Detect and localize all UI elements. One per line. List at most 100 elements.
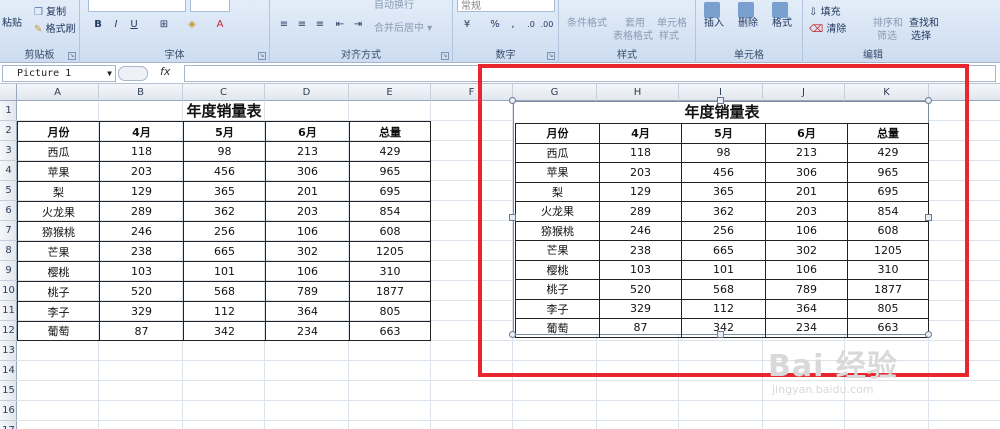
sheet-table-cell[interactable]: 101 (183, 261, 265, 281)
picture-table-header-cell[interactable]: 4月 (599, 123, 681, 143)
sheet-table-cell[interactable]: 306 (265, 161, 349, 181)
picture-table-cell[interactable]: 854 (847, 201, 929, 221)
number-launcher-icon[interactable]: ↘ (547, 52, 555, 60)
picture-table-cell[interactable]: 663 (847, 318, 929, 338)
picture-table-cell[interactable]: 103 (599, 259, 681, 279)
sheet-table-cell[interactable]: 665 (183, 241, 265, 261)
name-box[interactable]: Picture 1 ▼ (2, 65, 116, 82)
picture-table-cell[interactable]: 106 (765, 220, 847, 240)
sheet-table-cell[interactable]: 1877 (349, 281, 431, 301)
picture-table-cell[interactable]: 364 (765, 298, 847, 318)
picture-table-header-cell[interactable]: 6月 (765, 123, 847, 143)
picture-table-cell[interactable]: 362 (681, 201, 765, 221)
row-header-15[interactable]: 15 (0, 381, 17, 401)
fill-color-icon[interactable]: ◈ (184, 17, 200, 33)
picture-table-cell[interactable]: 429 (847, 142, 929, 162)
table-format-button[interactable]: 表格格式 (613, 27, 653, 42)
sheet-table-cell[interactable]: 桃子 (17, 281, 99, 301)
picture-table-cell[interactable]: 665 (681, 240, 765, 260)
picture-table-cell[interactable]: 213 (765, 142, 847, 162)
row-header-10[interactable]: 10 (0, 281, 17, 301)
sheet-table-cell[interactable]: 213 (265, 141, 349, 161)
border-icon[interactable]: ⊞ (156, 17, 172, 33)
picture-table-cell[interactable]: 87 (599, 318, 681, 338)
column-header-d[interactable]: D (265, 84, 349, 101)
increase-decimal-icon[interactable]: .0 (523, 17, 539, 33)
picture-table-cell[interactable]: 203 (765, 201, 847, 221)
resize-handle[interactable] (717, 331, 724, 338)
sheet-table-cell[interactable]: 342 (183, 321, 265, 341)
picture-table-cell[interactable]: 118 (599, 142, 681, 162)
row-header-7[interactable]: 7 (0, 221, 17, 241)
sheet-table-cell[interactable]: 李子 (17, 301, 99, 321)
sheet-table-cell[interactable]: 364 (265, 301, 349, 321)
picture-table-cell[interactable]: 苹果 (515, 162, 599, 182)
picture-table-cell[interactable]: 256 (681, 220, 765, 240)
resize-handle[interactable] (509, 97, 516, 104)
sheet-table-cell[interactable]: 302 (265, 241, 349, 261)
row-header-11[interactable]: 11 (0, 301, 17, 321)
picture-table-cell[interactable]: 201 (765, 181, 847, 201)
decrease-decimal-icon[interactable]: .00 (539, 17, 555, 33)
sheet-table-cell[interactable]: 246 (99, 221, 183, 241)
format-painter-button[interactable]: ✎ 格式刷 (34, 20, 76, 35)
formula-expand-control[interactable] (118, 66, 148, 81)
picture-table-header-cell[interactable]: 月份 (515, 123, 599, 143)
picture-table-cell[interactable]: 桃子 (515, 279, 599, 299)
sheet-table-cell[interactable]: 西瓜 (17, 141, 99, 161)
row-header-3[interactable]: 3 (0, 141, 17, 161)
sheet-table-cell[interactable]: 429 (349, 141, 431, 161)
font-size-select[interactable] (190, 0, 230, 12)
sheet-table-cell[interactable]: 695 (349, 181, 431, 201)
picture-table-cell[interactable]: 樱桃 (515, 259, 599, 279)
font-name-select[interactable] (88, 0, 186, 12)
resize-handle[interactable] (925, 214, 932, 221)
row-header-14[interactable]: 14 (0, 361, 17, 381)
row-header-5[interactable]: 5 (0, 181, 17, 201)
picture-table-cell[interactable]: 310 (847, 259, 929, 279)
comma-button[interactable]: , (505, 17, 521, 33)
select-all-corner[interactable] (0, 84, 17, 101)
row-header-12[interactable]: 12 (0, 321, 17, 341)
sheet-table-cell[interactable]: 362 (183, 201, 265, 221)
picture-table-cell[interactable]: 289 (599, 201, 681, 221)
sheet-table-header-cell[interactable]: 4月 (99, 121, 183, 141)
sheet-table-cell[interactable]: 87 (99, 321, 183, 341)
fill-button[interactable]: ⇩ 填充 (809, 3, 841, 18)
sheet-table-cell[interactable]: 289 (99, 201, 183, 221)
picture-table-cell[interactable]: 梨 (515, 181, 599, 201)
picture-table-cell[interactable]: 965 (847, 162, 929, 182)
sheet-table-cell[interactable]: 608 (349, 221, 431, 241)
percent-button[interactable]: % (487, 17, 503, 33)
column-header-g[interactable]: G (513, 84, 597, 101)
row-header-16[interactable]: 16 (0, 401, 17, 421)
picture-table-cell[interactable]: 106 (765, 259, 847, 279)
column-header-e[interactable]: E (349, 84, 431, 101)
sheet-table-cell[interactable]: 112 (183, 301, 265, 321)
sheet-table-cell[interactable]: 256 (183, 221, 265, 241)
sheet-table-cell[interactable]: 梨 (17, 181, 99, 201)
row-header-9[interactable]: 9 (0, 261, 17, 281)
sheet-table-cell[interactable]: 98 (183, 141, 265, 161)
sheet-table-cell[interactable]: 663 (349, 321, 431, 341)
sheet-table-cell[interactable]: 火龙果 (17, 201, 99, 221)
picture-table-cell[interactable]: 203 (599, 162, 681, 182)
format-button[interactable]: 格式 (772, 14, 792, 29)
column-header-b[interactable]: B (99, 84, 183, 101)
sheet-table-header-cell[interactable]: 5月 (183, 121, 265, 141)
clipboard-launcher-icon[interactable]: ↘ (68, 52, 76, 60)
font-launcher-icon[interactable]: ↘ (258, 52, 266, 60)
sheet-table-header-cell[interactable]: 6月 (265, 121, 349, 141)
resize-handle[interactable] (925, 97, 932, 104)
sheet-table-cell[interactable]: 854 (349, 201, 431, 221)
sheet-table-cell[interactable]: 203 (99, 161, 183, 181)
sheet-table-cell[interactable]: 234 (265, 321, 349, 341)
chevron-down-icon[interactable]: ▼ (107, 66, 112, 81)
resize-handle[interactable] (509, 331, 516, 338)
find-select-button[interactable]: 选择 (911, 27, 931, 42)
sheet-table-cell[interactable]: 965 (349, 161, 431, 181)
sheet-table-cell[interactable]: 310 (349, 261, 431, 281)
picture-table-cell[interactable]: 302 (765, 240, 847, 260)
conditional-format-button[interactable]: 条件格式 (567, 14, 607, 29)
picture-table-header-cell[interactable]: 5月 (681, 123, 765, 143)
